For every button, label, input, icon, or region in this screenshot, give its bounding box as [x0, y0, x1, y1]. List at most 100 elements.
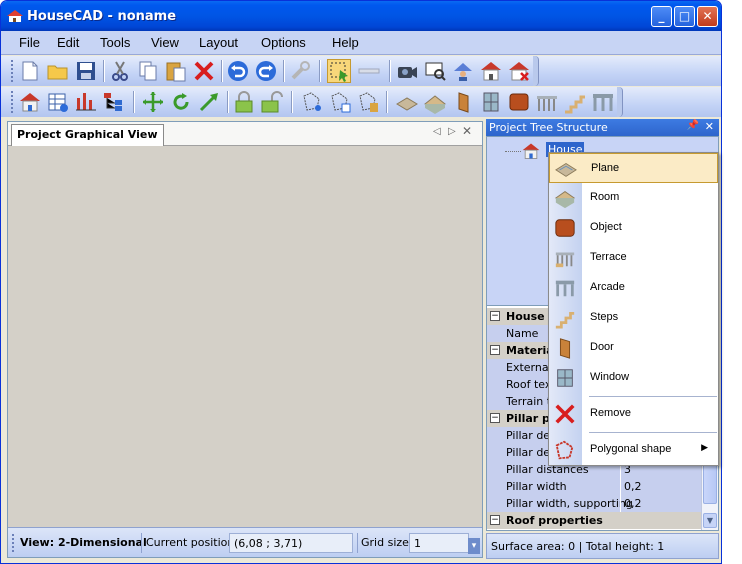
menu-options[interactable]: Options	[261, 35, 306, 50]
document-tabs: Project Graphical View ◁ ▷ ✕	[8, 122, 482, 146]
house-check-icon[interactable]	[479, 59, 503, 83]
paste-icon[interactable]	[164, 59, 188, 83]
menu-item-label: Remove	[590, 407, 631, 419]
toolbar-end	[533, 56, 539, 86]
house-user-icon[interactable]	[451, 59, 475, 83]
toolbar-grip[interactable]	[11, 91, 14, 113]
open-folder-icon[interactable]	[46, 59, 70, 83]
toolbar-objects	[1, 87, 721, 117]
statusbar-separator	[357, 533, 358, 553]
terrace-icon[interactable]	[535, 90, 559, 114]
tab-scroll-left-icon[interactable]: ◁	[433, 126, 441, 137]
statusbar-separator	[141, 533, 142, 553]
menu-edit[interactable]: Edit	[57, 35, 79, 50]
polygon-paste-icon[interactable]	[356, 90, 380, 114]
property-row[interactable]: Pillar width, supporting 0,2	[487, 495, 701, 512]
undo-icon[interactable]	[226, 59, 250, 83]
property-value[interactable]: 0,2	[624, 497, 642, 510]
property-label: Materia	[506, 344, 554, 357]
menu-item-steps[interactable]: Steps	[549, 303, 718, 333]
tab-close-icon[interactable]: ✕	[462, 124, 472, 138]
camera-icon[interactable]	[395, 59, 419, 83]
plane-icon	[555, 162, 577, 177]
menu-view[interactable]: View	[151, 35, 179, 50]
menu-item-label: Room	[590, 191, 620, 203]
plane-icon[interactable]	[395, 90, 419, 114]
menu-item-label: Steps	[590, 311, 619, 323]
house-remove-icon[interactable]	[507, 59, 531, 83]
tab-scroll-right-icon[interactable]: ▷	[448, 126, 456, 137]
close-icon[interactable]: ✕	[705, 120, 714, 133]
menu-item-room[interactable]: Room	[549, 183, 718, 213]
unlock-icon[interactable]	[260, 90, 284, 114]
toolbar-grip[interactable]	[11, 60, 14, 82]
menu-item-arcade[interactable]: Arcade	[549, 273, 718, 303]
select-tool-icon[interactable]	[327, 59, 351, 83]
pin-icon[interactable]: 📌	[687, 120, 699, 131]
room-icon[interactable]	[423, 90, 447, 114]
collapse-icon[interactable]: −	[490, 515, 500, 525]
chevron-down-icon[interactable]: ▾	[468, 538, 480, 554]
polygon-copy-icon[interactable]	[328, 90, 352, 114]
statusbar-grip	[12, 534, 15, 552]
delete-icon[interactable]	[192, 59, 216, 83]
menu-item-window[interactable]: Window	[549, 363, 718, 393]
property-label: External	[506, 361, 552, 374]
polygon-add-icon[interactable]	[300, 90, 324, 114]
drawing-canvas[interactable]	[8, 147, 482, 527]
collapse-icon[interactable]: −	[490, 345, 500, 355]
redo-icon[interactable]	[254, 59, 278, 83]
window-icon[interactable]	[479, 90, 503, 114]
minimize-button[interactable]: _	[651, 6, 672, 27]
menu-tools[interactable]: Tools	[100, 35, 130, 50]
property-label: Name	[506, 327, 539, 340]
maximize-button[interactable]: □	[674, 6, 695, 27]
menu-item-object[interactable]: Object	[549, 213, 718, 243]
table-icon[interactable]	[46, 90, 70, 114]
scroll-down-icon[interactable]: ▼	[703, 513, 717, 528]
menu-help[interactable]: Help	[332, 35, 359, 50]
house-icon[interactable]	[18, 90, 42, 114]
menu-separator	[589, 432, 717, 433]
room-icon	[554, 191, 576, 209]
new-file-icon[interactable]	[18, 59, 42, 83]
arcade-icon[interactable]	[591, 90, 615, 114]
property-divider	[620, 495, 621, 512]
graphical-view-pane: Project Graphical View ◁ ▷ ✕ View: 2-Dim…	[7, 121, 483, 558]
close-button[interactable]: ✕	[697, 6, 718, 27]
cut-icon[interactable]	[108, 59, 132, 83]
door-icon[interactable]	[451, 90, 475, 114]
lock-icon[interactable]	[232, 90, 256, 114]
menu-item-label: Window	[590, 371, 630, 383]
menu-item-plane[interactable]: Plane	[549, 153, 718, 183]
move-icon[interactable]	[141, 90, 165, 114]
tree-hierarchy-icon[interactable]	[102, 90, 126, 114]
grid-size-field[interactable]: 1	[409, 533, 469, 553]
menu-item-polygonal-shape[interactable]: Polygonal shape ▶	[549, 435, 718, 465]
steps-icon[interactable]	[563, 90, 587, 114]
menu-item-door[interactable]: Door	[549, 333, 718, 363]
menu-separator	[589, 396, 717, 397]
property-value[interactable]: 0,2	[624, 480, 642, 493]
wrench-icon[interactable]	[288, 59, 312, 83]
menu-item-terrace[interactable]: Terrace	[549, 243, 718, 273]
chart-bars-icon[interactable]	[74, 90, 98, 114]
property-row[interactable]: Pillar width 0,2	[487, 478, 701, 495]
menu-item-remove[interactable]: Remove	[549, 399, 718, 429]
submenu-arrow-icon: ▶	[701, 443, 708, 453]
menu-file[interactable]: File	[19, 35, 40, 50]
rotate-icon[interactable]	[169, 90, 193, 114]
title-bar[interactable]: HouseCAD - noname _ □ ✕	[1, 1, 721, 31]
property-category[interactable]: − Roof properties	[487, 512, 701, 529]
object-icon[interactable]	[507, 90, 531, 114]
menu-layout[interactable]: Layout	[199, 35, 238, 50]
collapse-icon[interactable]: −	[490, 413, 500, 423]
copy-icon[interactable]	[136, 59, 160, 83]
monitor-zoom-icon[interactable]	[423, 59, 447, 83]
tab-project-graphical-view[interactable]: Project Graphical View	[11, 124, 164, 146]
save-icon[interactable]	[74, 59, 98, 83]
collapse-icon[interactable]: −	[490, 311, 500, 321]
resize-arrow-icon[interactable]	[197, 90, 221, 114]
measure-icon[interactable]	[357, 59, 381, 83]
menu-item-label: Object	[590, 221, 622, 233]
